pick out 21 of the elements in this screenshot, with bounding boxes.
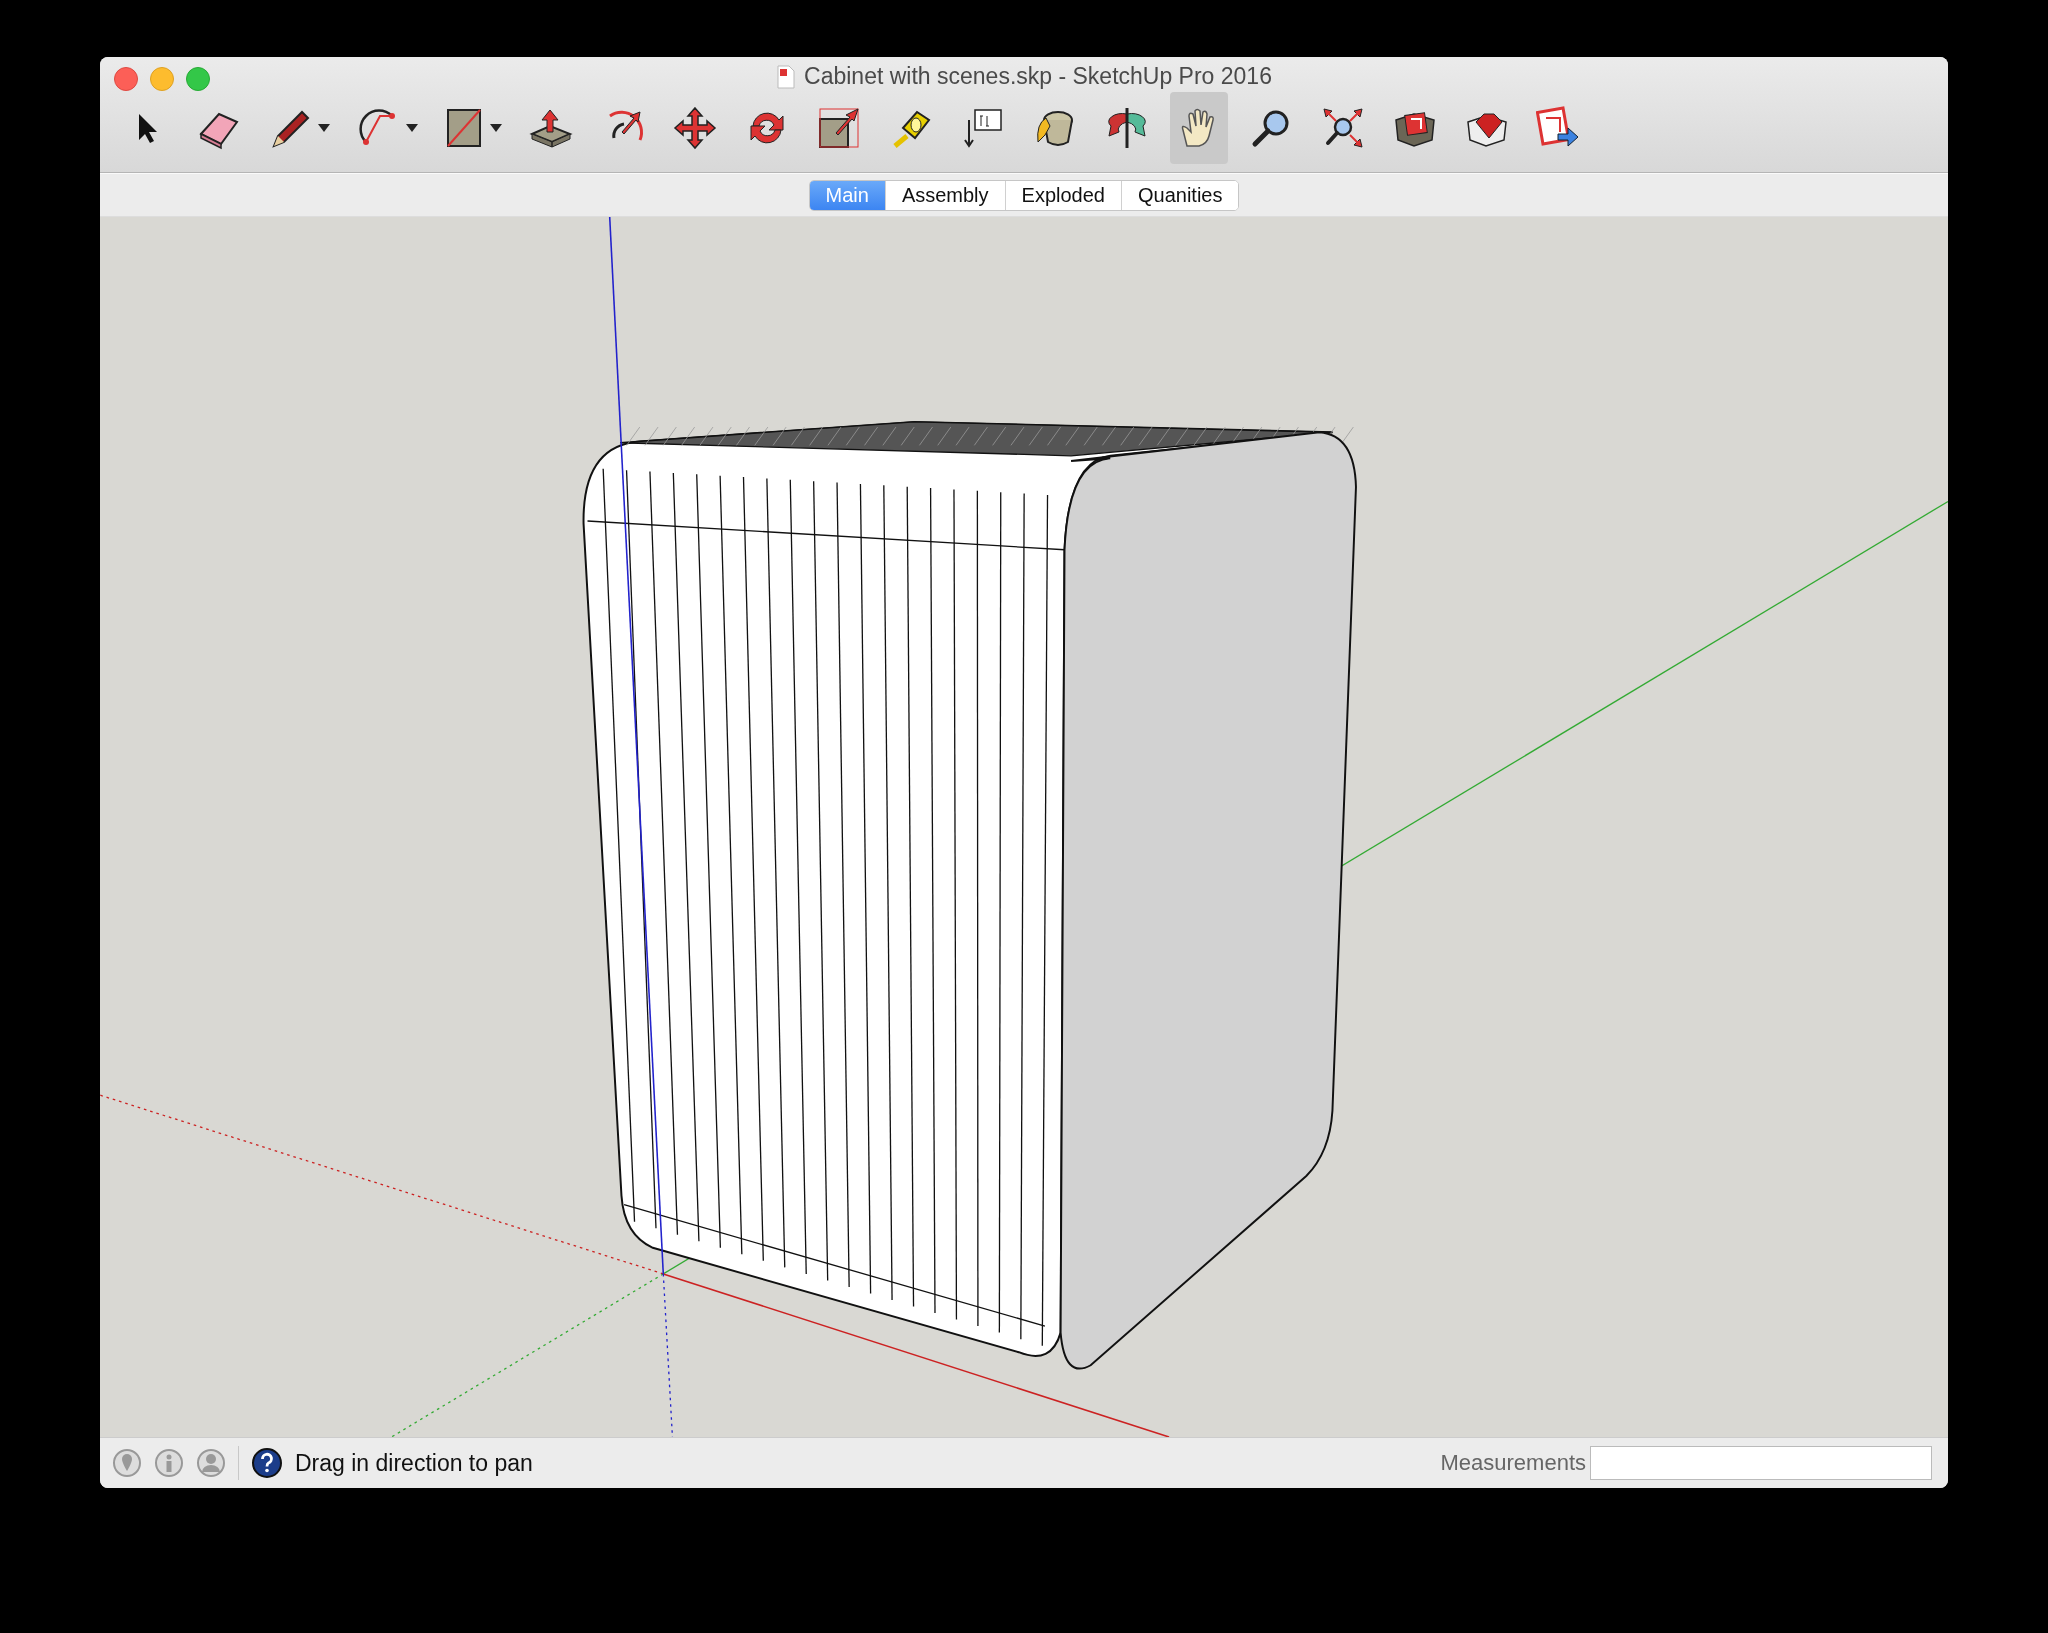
zoom-extents-icon: [1320, 105, 1366, 151]
status-message: Drag in direction to pan: [295, 1449, 533, 1477]
orbit-icon: [1105, 106, 1149, 150]
caret-icon: [406, 124, 418, 132]
toolbar-button[interactable]: [1170, 92, 1228, 164]
move-arrows-icon: [673, 106, 717, 150]
measurements-label: Measurements: [1440, 1450, 1586, 1476]
caret-icon: [490, 124, 502, 132]
caret-icon: [318, 124, 330, 132]
user-icon: [196, 1448, 226, 1478]
close-button[interactable]: [114, 67, 138, 91]
help-icon[interactable]: [251, 1447, 283, 1479]
geo-location-icon: [112, 1448, 142, 1478]
scale-icon: [816, 105, 862, 151]
text-label-icon: [961, 106, 1005, 150]
scene-tab[interactable]: Quanities: [1121, 180, 1239, 210]
window-title: Cabinet with scenes.skp - SketchUp Pro 2016: [804, 63, 1272, 90]
document-icon: [776, 64, 797, 89]
info-icon: [154, 1448, 184, 1478]
measurements-field[interactable]: [1590, 1446, 1932, 1480]
rectangle-icon: [444, 106, 484, 150]
